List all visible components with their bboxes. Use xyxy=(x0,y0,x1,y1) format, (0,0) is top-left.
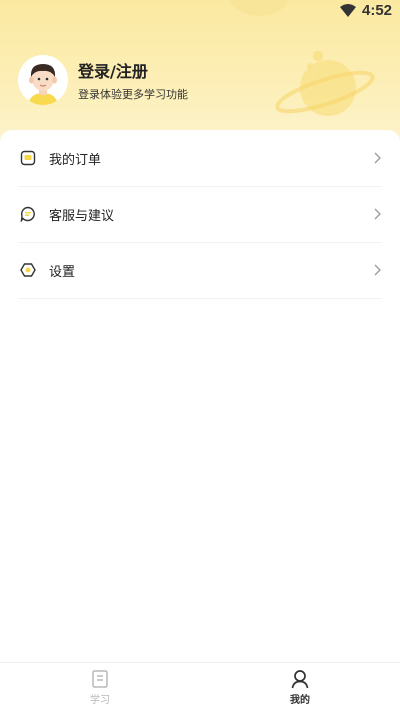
menu-item-label: 设置 xyxy=(49,265,76,280)
menu-card: 我的订单 客服与建议 设置 xyxy=(0,130,400,662)
chevron-right-icon xyxy=(374,152,381,164)
avatar[interactable] xyxy=(18,55,68,105)
book-icon xyxy=(92,670,108,688)
menu-item-orders[interactable]: 我的订单 xyxy=(18,130,382,187)
mine-screen: 4:52 登录/注册 登录体验更多学习功能 我的订单 客服与建议 设置 学习 我… xyxy=(0,0,400,710)
login-subtitle: 登录体验更多学习功能 xyxy=(78,88,188,101)
settings-icon xyxy=(20,263,36,277)
login-register-title[interactable]: 登录/注册 xyxy=(78,58,148,82)
boy-avatar-icon xyxy=(18,55,68,105)
planet-illustration xyxy=(275,51,375,116)
user-icon xyxy=(291,670,309,689)
menu-item-settings[interactable]: 设置 xyxy=(18,242,382,299)
order-icon xyxy=(20,150,36,166)
tab-label: 我的 xyxy=(290,695,310,706)
status-bar: 4:52 xyxy=(0,0,400,24)
tab-study[interactable]: 学习 xyxy=(0,663,200,710)
status-time: 4:52 xyxy=(362,2,393,19)
menu-item-feedback[interactable]: 客服与建议 xyxy=(18,186,382,243)
bottom-tab-bar: 学习 我的 xyxy=(0,662,400,710)
tab-label: 学习 xyxy=(90,695,110,706)
tab-mine[interactable]: 我的 xyxy=(200,663,400,710)
menu-item-label: 我的订单 xyxy=(49,153,102,168)
wifi-icon xyxy=(340,4,356,17)
chevron-right-icon xyxy=(374,264,381,276)
menu-item-label: 客服与建议 xyxy=(49,209,115,224)
chevron-right-icon xyxy=(374,208,381,220)
chat-icon xyxy=(20,206,35,222)
